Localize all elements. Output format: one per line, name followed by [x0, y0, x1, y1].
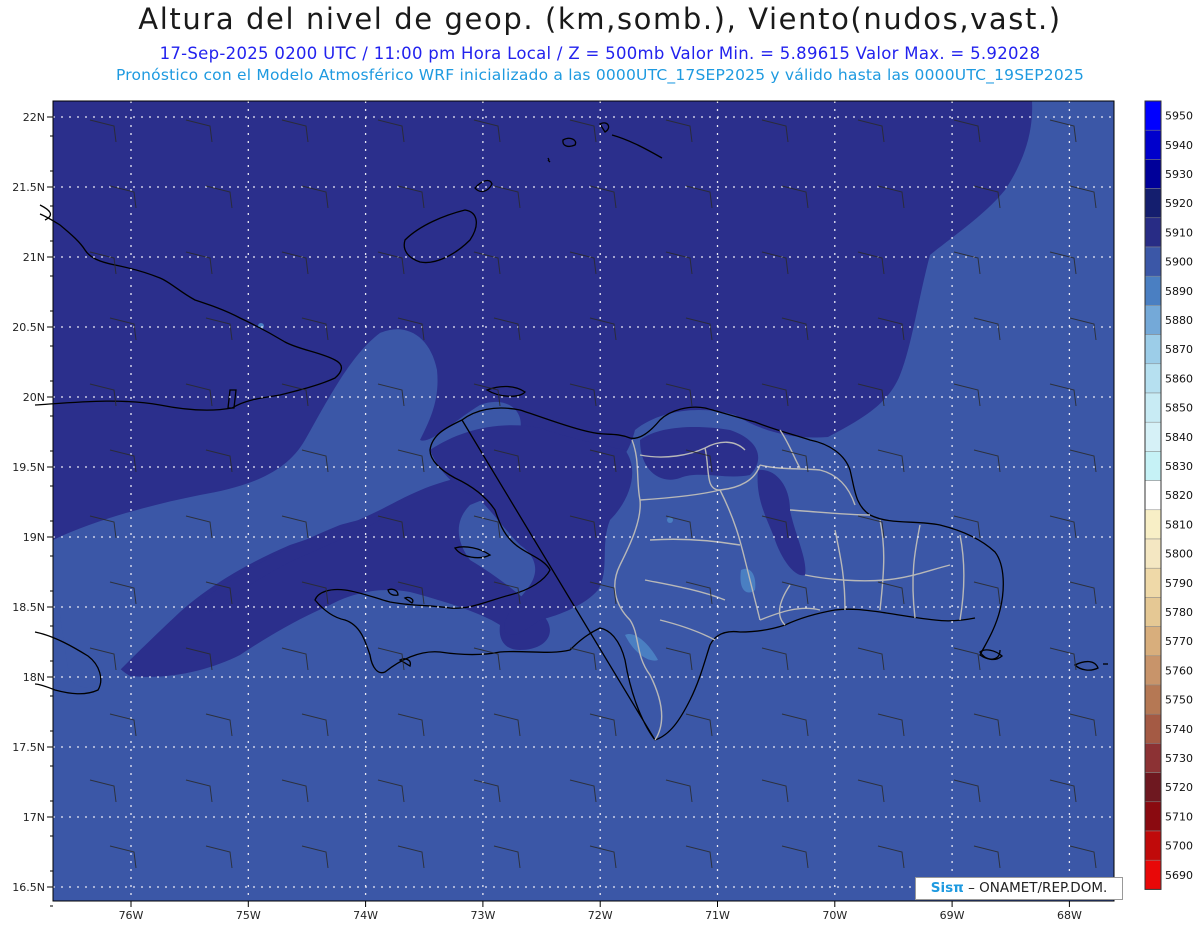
credit-org: – ONAMET/REP.DOM.	[963, 880, 1108, 896]
legend-swatch	[1144, 801, 1162, 832]
legend-label: 5840	[1165, 431, 1193, 444]
legend-label: 5860	[1165, 372, 1193, 385]
legend-swatch	[1144, 129, 1162, 160]
legend-swatch	[1144, 421, 1162, 452]
legend-label: 5770	[1165, 635, 1193, 648]
legend-swatch	[1144, 567, 1162, 598]
legend-label: 5720	[1165, 781, 1193, 794]
lon-label: 76W	[119, 909, 144, 922]
lat-label: 21N	[23, 251, 45, 264]
lat-label: 18N	[23, 671, 45, 684]
legend-label: 5900	[1165, 256, 1193, 269]
lon-label: 68W	[1057, 909, 1082, 922]
legend-swatch	[1144, 100, 1162, 131]
lat-label: 20N	[23, 391, 45, 404]
lat-label: 18.5N	[12, 601, 45, 614]
legend-label: 5790	[1165, 577, 1193, 590]
legend-swatch	[1144, 451, 1162, 481]
legend-label: 5930	[1165, 168, 1193, 181]
legend-swatch	[1144, 713, 1162, 744]
credit-box: Sisπ – ONAMET/REP.DOM.	[915, 877, 1123, 900]
legend-label: 5700	[1165, 840, 1193, 853]
legend-swatch	[1144, 392, 1162, 423]
lat-label: 16.5N	[12, 881, 45, 894]
legend-label: 5850	[1165, 402, 1193, 415]
legend-swatch	[1144, 859, 1162, 890]
lat-label: 19.5N	[12, 461, 45, 474]
legend-swatch	[1144, 509, 1162, 540]
lat-label: 17N	[23, 811, 45, 824]
model-info-subtitle: Pronóstico con el Modelo Atmosférico WRF…	[115, 66, 1085, 84]
latitude-labels: 22N 21.5N 21N 20.5N 20N 19.5N 19N 18.5N 18N 17.5N…	[12, 111, 45, 894]
forecast-map: 22N 21.5N 21N 20.5N 20N 19.5N 19N 18.5N 18N 17.5N…	[12, 100, 1193, 922]
chart-title: Altura del nivel de geop. (km,somb.), Vi…	[138, 2, 1062, 36]
legend-label: 5730	[1165, 752, 1193, 765]
legend-swatch	[1144, 217, 1162, 248]
legend-swatch	[1144, 597, 1162, 627]
legend-swatch	[1144, 334, 1162, 365]
lon-label: 71W	[705, 909, 730, 922]
legend-label: 5950	[1165, 110, 1193, 123]
lon-label: 72W	[588, 909, 613, 922]
legend-swatch	[1144, 246, 1162, 277]
legend-label: 5750	[1165, 694, 1193, 707]
legend-swatch	[1144, 684, 1162, 715]
legend-swatch	[1144, 743, 1162, 773]
lat-label: 17.5N	[12, 741, 45, 754]
lon-label: 73W	[470, 909, 495, 922]
legend-label: 5870	[1165, 343, 1193, 356]
legend-label: 5880	[1165, 314, 1193, 327]
lat-label: 19N	[23, 531, 45, 544]
legend-swatch	[1144, 159, 1162, 189]
legend-swatch	[1144, 275, 1162, 306]
lon-label: 75W	[236, 909, 261, 922]
legend-label: 5690	[1165, 869, 1193, 882]
legend-swatch	[1144, 538, 1162, 569]
longitude-labels: 76W 75W 74W 73W 72W 71W 70W 69W 68W	[119, 909, 1082, 922]
legend-swatch	[1144, 830, 1162, 861]
legend-label: 5820	[1165, 489, 1193, 502]
legend-label: 5910	[1165, 226, 1193, 239]
legend-label: 5780	[1165, 606, 1193, 619]
legend-label: 5940	[1165, 139, 1193, 152]
legend-label: 5830	[1165, 460, 1193, 473]
legend-label: 5710	[1165, 810, 1193, 823]
lon-label: 74W	[353, 909, 378, 922]
legend-label: 5760	[1165, 664, 1193, 677]
legend-swatch	[1144, 772, 1162, 803]
lat-label: 21.5N	[12, 181, 45, 194]
legend-label: 5810	[1165, 518, 1193, 531]
legend-label: 5920	[1165, 197, 1193, 210]
lat-label: 20.5N	[12, 321, 45, 334]
sispi-logo: Sisπ	[930, 880, 964, 896]
legend-swatch	[1144, 655, 1162, 686]
lon-label: 70W	[822, 909, 847, 922]
lat-label: 22N	[23, 111, 45, 124]
legend-label: 5740	[1165, 723, 1193, 736]
legend-label: 5890	[1165, 285, 1193, 298]
legend-swatch	[1144, 363, 1162, 394]
legend-swatch	[1144, 305, 1162, 335]
valid-time-subtitle: 17-Sep-2025 0200 UTC / 11:00 pm Hora Loc…	[159, 44, 1041, 63]
legend-swatch	[1144, 626, 1162, 657]
lon-label: 69W	[940, 909, 965, 922]
color-legend: 5950 5940 5930 5920 5910 5900 5890 5880 5870 5860…	[1144, 100, 1193, 890]
legend-swatch	[1144, 188, 1162, 219]
legend-swatch	[1144, 480, 1162, 511]
legend-label: 5800	[1165, 548, 1193, 561]
